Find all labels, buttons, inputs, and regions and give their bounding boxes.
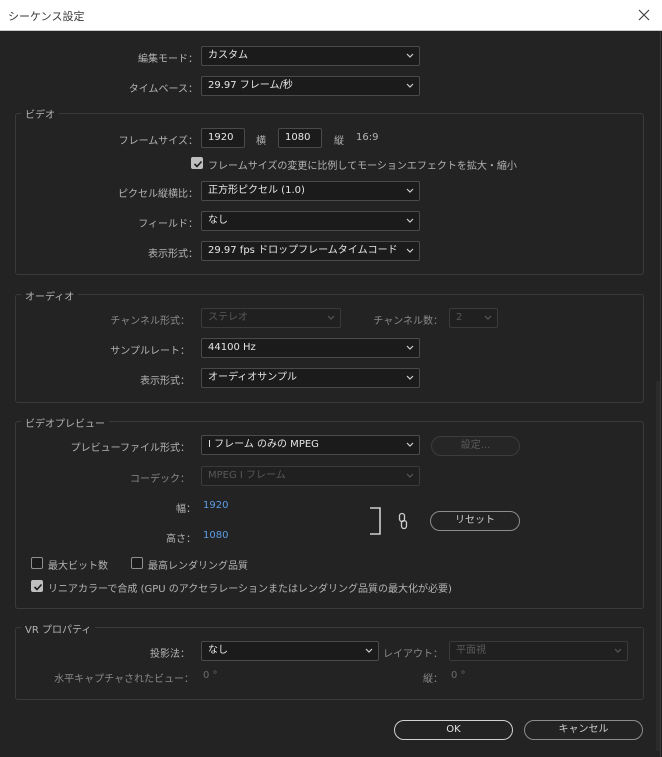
audio-display-format-select[interactable]: オーディオサンプル <box>201 368 420 388</box>
channel-count-value: 2 <box>456 312 463 323</box>
aspect-ratio-text: 16:9 <box>356 132 379 143</box>
chevron-down-icon <box>406 188 414 193</box>
codec-label: コーデック： <box>130 474 190 485</box>
checkmark-icon <box>193 160 203 168</box>
pixel-aspect-select[interactable]: 正方形ピクセル (1.0) <box>201 181 420 201</box>
edit-mode-select[interactable]: カスタム <box>201 46 420 66</box>
chevron-down-icon <box>614 648 622 653</box>
frame-size-label: フレームサイズ： <box>118 136 198 147</box>
channel-count-label: チャンネル数： <box>373 316 443 327</box>
video-display-format-value: 29.97 fps ドロップフレームタイムコード <box>208 245 398 256</box>
video-preview-group-title: ビデオプレビュー <box>21 415 109 430</box>
chevron-down-icon <box>365 648 373 653</box>
vertical-value: 0 ° <box>451 670 466 681</box>
chevron-down-icon <box>406 442 414 447</box>
projection-select[interactable]: なし <box>201 641 379 661</box>
layout-value: 平面視 <box>456 645 486 656</box>
pixel-aspect-value: 正方形ピクセル (1.0) <box>208 185 305 196</box>
timebase-label: タイムベース： <box>128 84 198 95</box>
video-group-title: ビデオ <box>21 106 59 121</box>
reset-button[interactable]: リセット <box>430 511 520 531</box>
linear-color-label: リニアカラーで合成 (GPU のアクセラレーションまたはレンダリング品質の最大化… <box>48 584 452 595</box>
sample-rate-label: サンプルレート： <box>110 346 190 357</box>
video-display-format-select[interactable]: 29.97 fps ドロップフレームタイムコード <box>201 241 420 261</box>
channel-format-select: ステレオ <box>201 308 341 328</box>
preview-file-format-label: プレビューファイル形式： <box>70 443 190 454</box>
audio-display-format-label: 表示形式： <box>140 376 190 387</box>
chevron-down-icon <box>406 375 414 380</box>
title-bar: シーケンス設定 <box>0 0 662 31</box>
chain-link-icon[interactable] <box>397 512 409 530</box>
pixel-aspect-label: ピクセル縦横比： <box>118 189 198 200</box>
link-bracket-icon <box>370 507 381 535</box>
frame-width-unit: 横 <box>256 136 266 147</box>
vr-properties-group-title: VR プロパティ <box>21 621 96 636</box>
ok-button[interactable]: OK <box>394 720 513 740</box>
scale-motion-checkbox[interactable] <box>191 157 203 169</box>
fields-label: フィールド： <box>138 219 198 230</box>
channel-format-label: チャンネル形式： <box>110 316 190 327</box>
codec-select: MPEG I フレーム <box>201 466 420 486</box>
max-bit-depth-checkbox[interactable] <box>31 557 43 569</box>
preview-width-value[interactable]: 1920 <box>203 500 228 511</box>
frame-width-input[interactable]: 1920 <box>201 128 245 148</box>
chevron-down-icon <box>406 345 414 350</box>
codec-value: MPEG I フレーム <box>208 470 286 481</box>
sample-rate-select[interactable]: 44100 Hz <box>201 338 420 358</box>
chevron-down-icon <box>406 83 414 88</box>
channel-format-value: ステレオ <box>208 312 248 323</box>
frame-height-input[interactable]: 1080 <box>278 128 322 148</box>
horizontal-capture-value: 0 ° <box>203 670 218 681</box>
chevron-down-icon <box>327 315 335 320</box>
horizontal-capture-label: 水平キャプチャされたビュー： <box>54 674 194 685</box>
preview-settings-button: 設定... <box>431 436 520 456</box>
max-render-quality-checkbox[interactable] <box>131 557 143 569</box>
timebase-value: 29.97 フレーム/秒 <box>208 80 293 91</box>
chevron-down-icon <box>406 218 414 223</box>
max-bit-depth-label: 最大ビット数 <box>48 561 108 572</box>
linear-color-checkbox[interactable] <box>31 580 43 592</box>
edit-mode-label: 編集モード： <box>138 54 198 65</box>
vr-properties-group <box>15 627 644 700</box>
window-title: シーケンス設定 <box>8 10 85 23</box>
preview-width-label: 幅： <box>176 504 196 515</box>
video-display-format-label: 表示形式： <box>148 249 198 260</box>
preview-height-label: 高さ： <box>166 534 196 545</box>
projection-value: なし <box>208 645 228 656</box>
max-render-quality-label: 最高レンダリング品質 <box>148 561 248 572</box>
chevron-down-icon <box>484 315 492 320</box>
layout-label: レイアウト： <box>383 649 443 660</box>
chevron-down-icon <box>406 53 414 58</box>
chevron-down-icon <box>406 473 414 478</box>
timebase-select[interactable]: 29.97 フレーム/秒 <box>201 76 420 96</box>
audio-group-title: オーディオ <box>21 288 79 303</box>
checkmark-icon <box>33 583 43 591</box>
preview-height-value[interactable]: 1080 <box>203 530 228 541</box>
scrollbar[interactable] <box>656 381 660 751</box>
vertical-label: 縦： <box>423 674 443 685</box>
scale-motion-label: フレームサイズの変更に比例してモーションエフェクトを拡大・縮小 <box>208 161 517 172</box>
sample-rate-value: 44100 Hz <box>208 342 256 353</box>
chevron-down-icon <box>406 248 414 253</box>
fields-value: なし <box>208 215 228 226</box>
close-icon[interactable] <box>634 5 654 25</box>
edit-mode-value: カスタム <box>208 50 248 61</box>
layout-select: 平面視 <box>449 641 628 661</box>
fields-select[interactable]: なし <box>201 211 420 231</box>
channel-count-select: 2 <box>449 308 498 328</box>
preview-file-format-value: I フレーム のみの MPEG <box>208 439 319 450</box>
audio-display-format-value: オーディオサンプル <box>208 372 297 383</box>
frame-height-unit: 縦 <box>334 136 344 147</box>
preview-file-format-select[interactable]: I フレーム のみの MPEG <box>201 435 420 455</box>
projection-label: 投影法： <box>150 649 190 660</box>
cancel-button[interactable]: キャンセル <box>524 720 643 740</box>
sequence-settings-dialog: 編集モード： カスタム タイムベース： 29.97 フレーム/秒 ビデオ フレー… <box>0 31 661 757</box>
